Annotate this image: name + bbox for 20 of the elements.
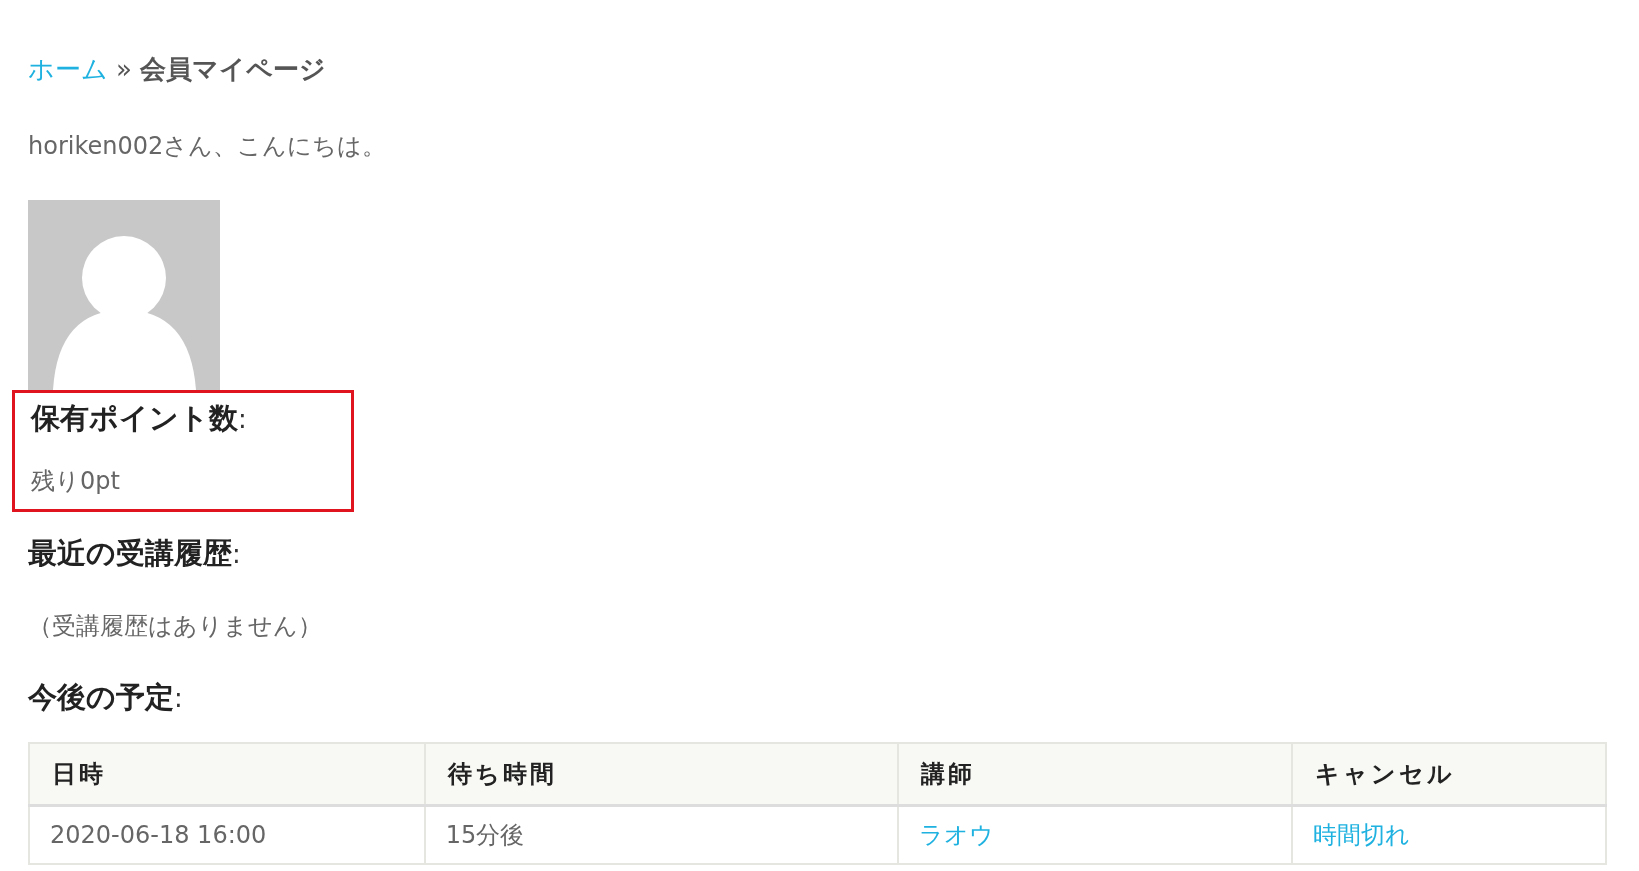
colon: : (232, 539, 241, 569)
column-header: 日時 (29, 743, 425, 806)
points-value: 残り0pt (31, 466, 120, 497)
column-header: 講師 (897, 743, 1293, 806)
table-link[interactable]: 時間切れ (1313, 821, 1411, 849)
section-heading: 最近の受講履歴 (28, 535, 232, 572)
table-cell: 2020-06-18 16:00 (29, 805, 425, 864)
home-link[interactable]: ホーム (28, 52, 108, 87)
colon: : (238, 404, 247, 434)
table-cell: 15分後 (424, 805, 898, 864)
empty-message: （受講履歴はありません） (28, 611, 322, 642)
section-heading: 今後の予定 (28, 679, 174, 716)
current-page: 会員マイページ (139, 53, 326, 86)
column-header: 待ち時間 (424, 743, 898, 806)
column-header: キャンセル (1292, 743, 1606, 806)
table-link[interactable]: ラオウ (918, 821, 994, 849)
breadcrumb-separator: » (116, 54, 132, 84)
colon: : (174, 683, 183, 713)
section-heading: 保有ポイント数 (31, 400, 238, 437)
greeting-text: horiken002さん、こんにちは。 (28, 132, 387, 160)
